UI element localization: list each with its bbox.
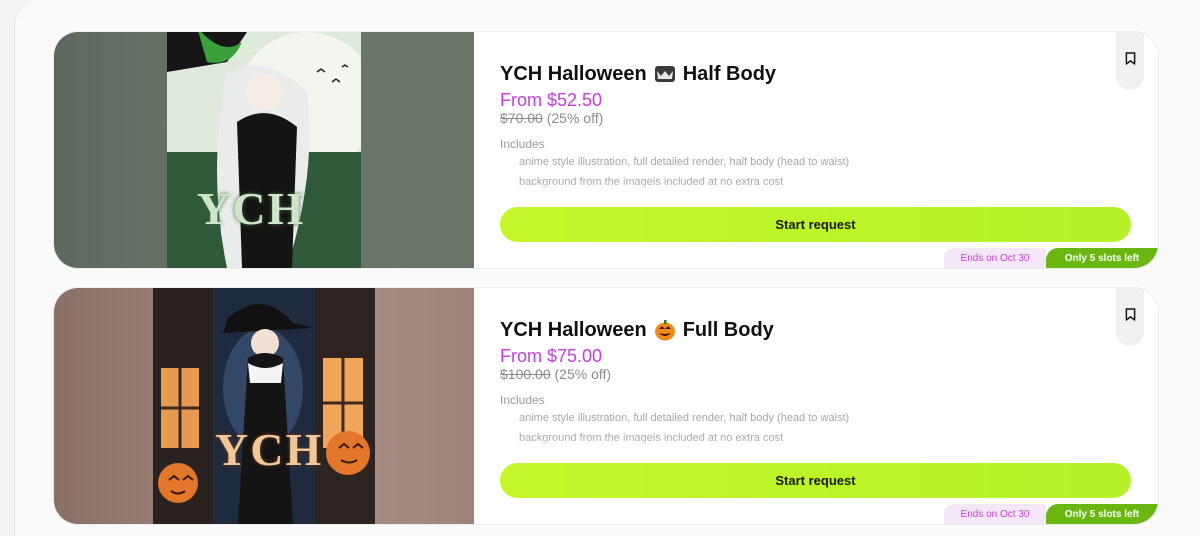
price-current: From $52.50 [500, 90, 603, 110]
list-item: anime style illustration, full detailed … [518, 152, 1018, 172]
list-item: background from the imageis included at … [518, 428, 1018, 448]
slots-left-badge: Only 5 slots left [1046, 504, 1158, 524]
ends-date-badge: Ends on Oct 30 [944, 504, 1046, 524]
slots-left-badge: Only 5 slots left [1046, 248, 1158, 268]
product-artwork-witch-green: YCH [167, 32, 361, 268]
artwork-watermark-text: YCH [197, 183, 306, 234]
artwork-watermark-text: YCH [215, 424, 324, 475]
bookmark-button[interactable] [1116, 32, 1144, 90]
bookmark-button[interactable] [1116, 288, 1144, 346]
includes-label: Includes [500, 393, 545, 407]
product-image-frame[interactable]: YCH [54, 32, 474, 268]
bat-emoji [653, 62, 677, 86]
list-item: anime style illustration, full detailed … [518, 408, 1018, 428]
bookmark-icon [1125, 308, 1136, 326]
price-original: $70.00 (25% off) [500, 110, 604, 126]
includes-list: anime style illustration, full detailed … [518, 408, 1018, 450]
list-item: background from the imageis included at … [518, 172, 1018, 192]
jack-o-lantern-emoji [653, 318, 677, 342]
bookmark-icon [1125, 52, 1136, 70]
product-info: YCH Halloween Full Body From $75.00 $100… [500, 288, 1140, 524]
product-image-frame[interactable]: YCH [54, 288, 474, 524]
product-info: YCH Halloween Half Body From $52.50 $70.… [500, 32, 1140, 268]
product-title[interactable]: YCH Halloween Full Body [500, 318, 774, 342]
product-card-half-body[interactable]: YCH YCH Halloween Half Body From $52.50 … [54, 32, 1158, 268]
price-original: $100.00 (25% off) [500, 366, 612, 382]
start-request-button[interactable]: Start request [500, 463, 1131, 498]
includes-list: anime style illustration, full detailed … [518, 152, 1018, 194]
includes-label: Includes [500, 137, 545, 151]
price-current: From $75.00 [500, 346, 603, 366]
product-artwork-witch-street: YCH [153, 288, 375, 524]
ends-date-badge: Ends on Oct 30 [944, 248, 1046, 268]
product-title[interactable]: YCH Halloween Half Body [500, 62, 776, 86]
start-request-button[interactable]: Start request [500, 207, 1131, 242]
product-card-full-body[interactable]: YCH YCH Halloween Full Body From $75.00 … [54, 288, 1158, 524]
